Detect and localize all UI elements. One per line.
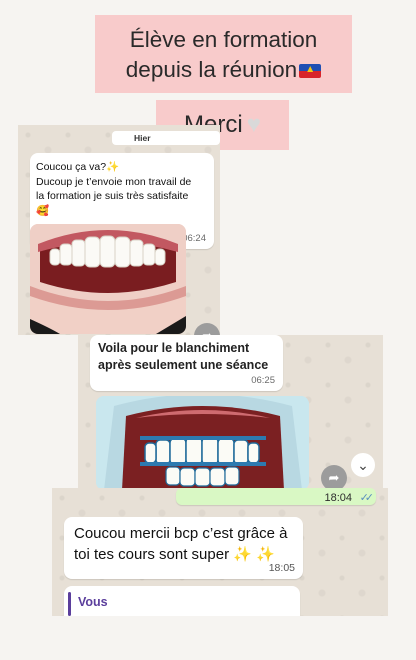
- message-time: 18:05: [268, 562, 295, 574]
- incoming-message[interactable]: Coucou mercii bcp c’est grâce à toi tes …: [64, 517, 303, 579]
- message-line: la formation je suis très satisfaite: [36, 190, 189, 202]
- double-check-icon: ✓✓: [359, 492, 375, 504]
- teeth-photo-image: [30, 224, 186, 334]
- story-title-line2: depuis la réunion: [125, 57, 298, 82]
- message-line: Coucou ça va?: [36, 161, 107, 173]
- sparkles-icon: ✨: [106, 161, 120, 173]
- chat-screenshot-1: Hier Coucou ça va?✨ Ducoup je t’envoie m…: [18, 125, 220, 335]
- story-title-line2-wrap: depuis la réunion: [95, 55, 352, 85]
- teeth-whitening-photo[interactable]: [96, 396, 309, 490]
- incoming-message[interactable]: Voila pour le blanchiment après seulemen…: [90, 335, 283, 391]
- story-title: Élève en formation depuis la réunion: [95, 15, 352, 93]
- message-text: Coucou ça va?✨ Ducoup je t’envoie mon tr…: [36, 160, 208, 218]
- outgoing-message[interactable]: 18:04 ✓✓: [176, 488, 376, 505]
- message-text: Voila pour le blanchiment après seulemen…: [98, 340, 275, 374]
- message-time: 06:25: [251, 375, 275, 386]
- quoted-reply[interactable]: Vous: [64, 586, 300, 616]
- quote-bar: [68, 592, 71, 616]
- share-forward-icon[interactable]: ➦: [321, 465, 347, 490]
- share-forward-icon[interactable]: ➦: [194, 323, 220, 335]
- message-text: Coucou mercii bcp c’est grâce à toi tes …: [74, 524, 293, 565]
- chat-screenshot-2: Voila pour le blanchiment après seulemen…: [78, 335, 383, 490]
- sparkles-icon: ✨: [233, 545, 252, 563]
- chevron-down-icon[interactable]: ⌄: [351, 453, 375, 477]
- story-title-line1: Élève en formation: [129, 27, 318, 52]
- teeth-photo[interactable]: [30, 224, 186, 334]
- message-line: toi tes cours sont super: [74, 545, 230, 563]
- smiling-face-with-hearts-icon: 🥰: [36, 204, 50, 217]
- teeth-whitening-photo-image: [96, 396, 309, 490]
- message-line: après seulement une séance: [98, 358, 269, 372]
- message-line: Coucou mercii bcp c’est grâce à: [74, 525, 288, 542]
- message-line: Voila pour le blanchiment: [98, 341, 250, 355]
- message-line: Ducoup je t’envoie mon travail de: [36, 175, 192, 188]
- date-chip: Hier: [112, 131, 220, 145]
- chat-screenshot-3: 18:04 ✓✓ Coucou mercii bcp c’est grâce à…: [52, 488, 388, 616]
- quote-author: Vous: [78, 595, 108, 609]
- white-heart-icon: ♥: [246, 111, 261, 138]
- sparkles-icon: ✨: [256, 545, 275, 563]
- reunion-flag-icon: [299, 64, 322, 78]
- message-time: 18:04: [324, 492, 352, 504]
